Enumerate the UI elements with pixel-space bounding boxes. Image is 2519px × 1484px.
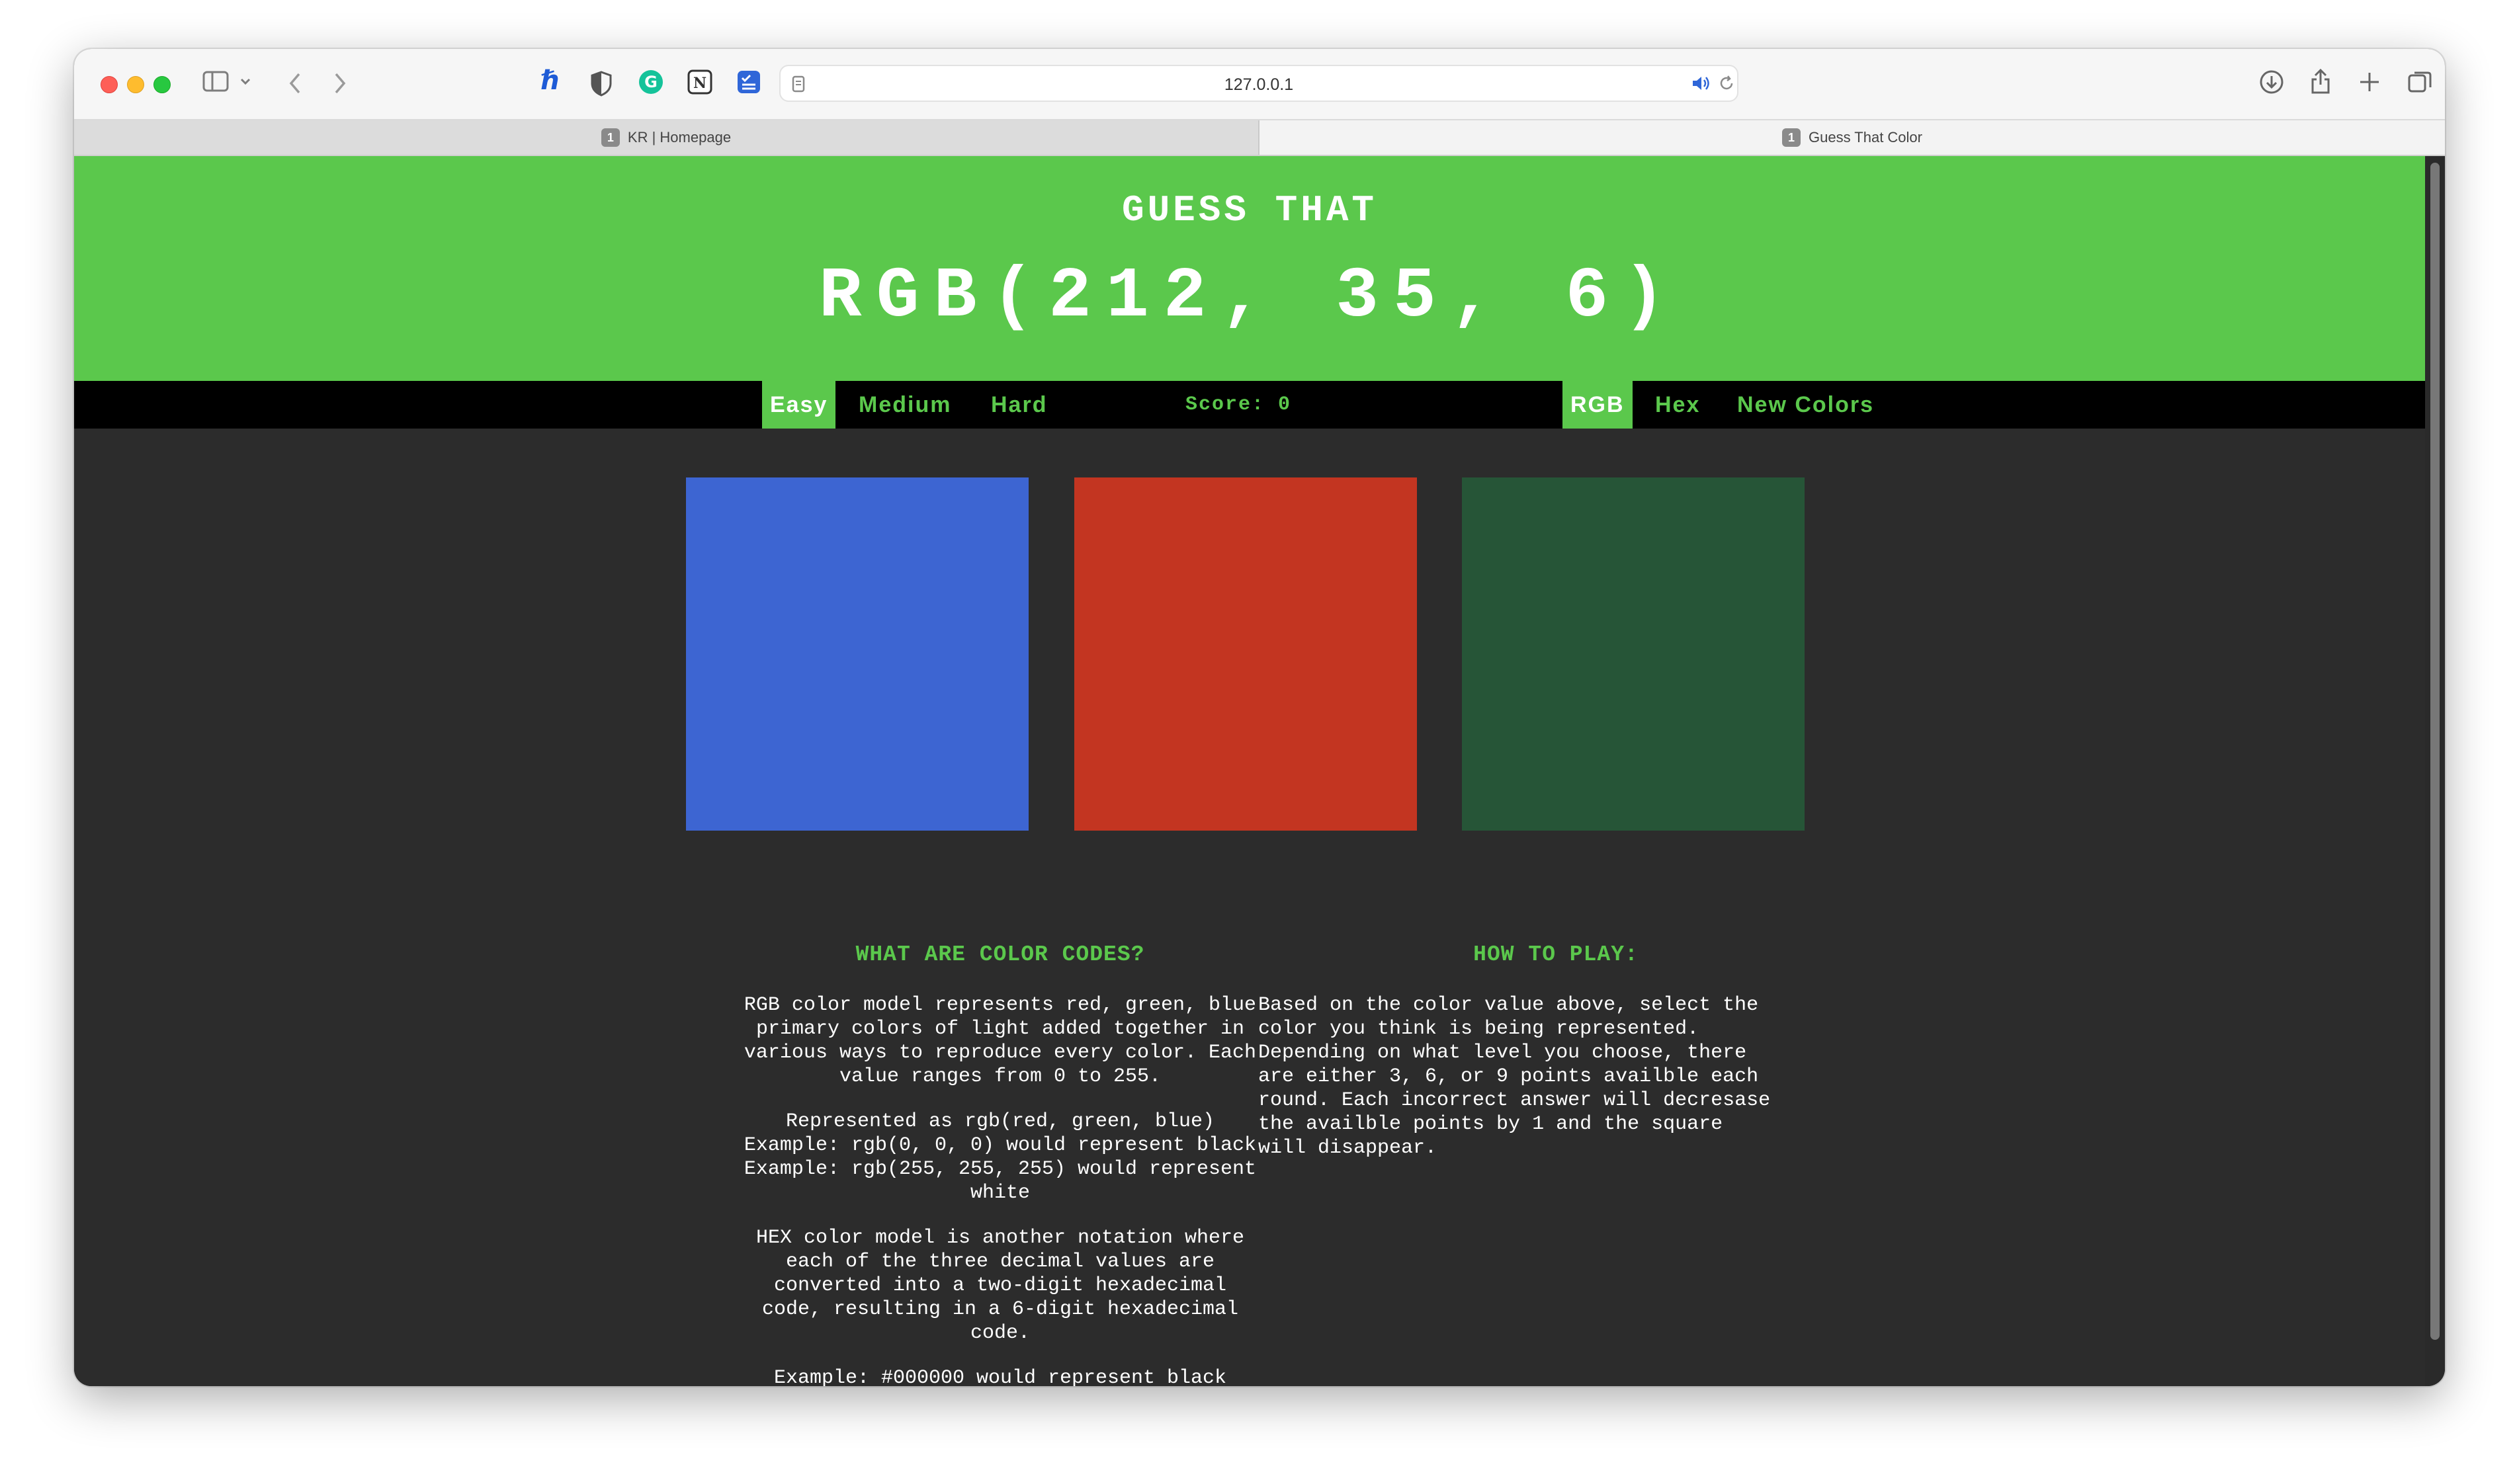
- chevron-down-icon[interactable]: [239, 77, 251, 88]
- scrollbar-thumb[interactable]: [2430, 163, 2440, 1340]
- game-navbar: Easy Medium Hard Score: 0 RGB Hex New Co…: [74, 381, 2425, 429]
- hard-button[interactable]: Hard: [983, 381, 1055, 429]
- url-text[interactable]: 127.0.0.1: [781, 75, 1737, 95]
- notion-extension-icon[interactable]: N: [687, 69, 713, 97]
- new-colors-button[interactable]: New Colors: [1729, 381, 1882, 429]
- color-square[interactable]: [686, 477, 1029, 831]
- address-bar[interactable]: 127.0.0.1: [779, 65, 1738, 102]
- easy-button[interactable]: Easy: [762, 381, 836, 429]
- svg-text:N: N: [693, 75, 706, 92]
- close-window-button[interactable]: [101, 76, 118, 93]
- download-icon[interactable]: [2258, 69, 2285, 97]
- todoist-extension-icon[interactable]: [736, 69, 762, 97]
- color-codes-paragraph: HEX color model is another notation wher…: [755, 1227, 1245, 1344]
- grammarly-extension-icon[interactable]: G: [638, 69, 664, 97]
- color-square[interactable]: [1462, 477, 1805, 831]
- color-square[interactable]: [1074, 477, 1417, 831]
- zoom-window-button[interactable]: [153, 76, 171, 93]
- tab-homepage[interactable]: 1 KR | Homepage: [74, 120, 1260, 155]
- sidebar-toggle-icon[interactable]: [202, 70, 229, 95]
- tab-badge: 1: [601, 128, 620, 147]
- color-codes-paragraph: Example: #000000 would represent black E…: [773, 1367, 1227, 1386]
- hex-mode-button[interactable]: Hex: [1647, 381, 1708, 429]
- tab-overview-icon[interactable]: [2407, 69, 2433, 97]
- shield-extension-icon[interactable]: [590, 70, 613, 99]
- color-codes-section: WHAT ARE COLOR CODES? RGB color model re…: [669, 942, 1331, 1387]
- page-content: GUESS THAT RGB(212, 35, 6) Easy Medium H…: [74, 156, 2425, 1386]
- color-codes-paragraph: Represented as rgb(red, green, blue) Exa…: [744, 1110, 1257, 1204]
- back-icon[interactable]: [287, 71, 303, 97]
- speaker-icon[interactable]: [1691, 74, 1711, 95]
- hypothesis-extension-icon[interactable]: ℏ: [541, 67, 560, 94]
- share-icon[interactable]: [2309, 66, 2332, 97]
- tab-guess-that-color[interactable]: 1 Guess That Color: [1260, 120, 2445, 155]
- minimize-window-button[interactable]: [127, 76, 144, 93]
- color-codes-paragraph: RGB color model represents red, green, b…: [744, 994, 1257, 1088]
- how-to-play-paragraph: Based on the color value above, select t…: [1258, 994, 1771, 1159]
- how-to-play-heading: HOW TO PLAY:: [1473, 942, 1639, 967]
- tab-bar: 1 KR | Homepage 1 Guess That Color: [74, 119, 2445, 156]
- page-title: GUESS THAT: [1121, 189, 1378, 231]
- tab-label: Guess That Color: [1808, 129, 1922, 145]
- rgb-mode-button[interactable]: RGB: [1562, 381, 1633, 429]
- score-display: Score: 0: [1185, 393, 1292, 416]
- tab-badge: 1: [1781, 128, 1801, 147]
- reload-icon[interactable]: [1717, 74, 1736, 95]
- target-color-value: RGB(212, 35, 6): [818, 257, 1681, 337]
- page-scrollbar[interactable]: [2425, 156, 2445, 1386]
- new-tab-icon[interactable]: [2358, 70, 2381, 96]
- forward-icon[interactable]: [332, 71, 348, 97]
- game-header: GUESS THAT RGB(212, 35, 6): [74, 156, 2425, 381]
- medium-button[interactable]: Medium: [851, 381, 959, 429]
- browser-window: ℏ G N 127.0.0.1 1 KR | Homepage 1 Guess …: [74, 49, 2445, 1386]
- svg-text:G: G: [644, 73, 658, 91]
- browser-toolbar: ℏ G N 127.0.0.1: [74, 49, 2445, 119]
- tab-label: KR | Homepage: [627, 129, 732, 145]
- how-to-play-section: HOW TO PLAY: Based on the color value ab…: [1258, 943, 1854, 1181]
- color-codes-heading: WHAT ARE COLOR CODES?: [855, 942, 1145, 967]
